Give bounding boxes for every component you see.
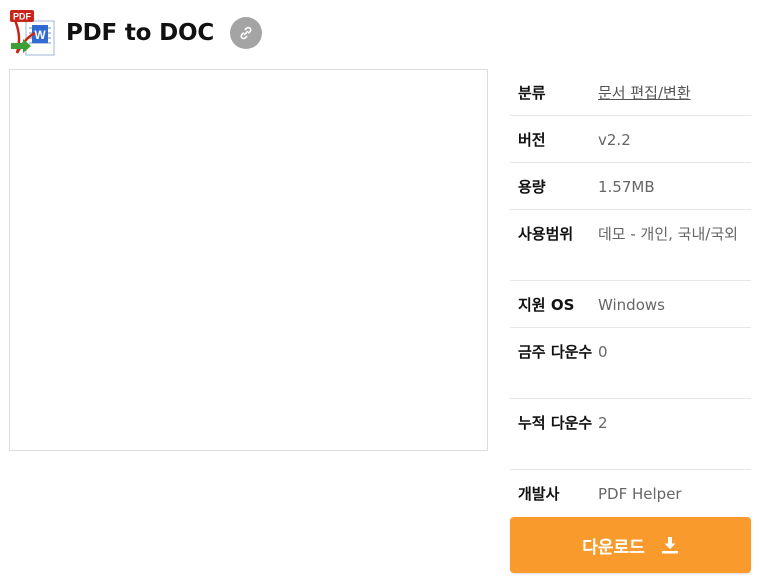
info-row-os: 지원 OS Windows (510, 281, 751, 328)
info-value: 데모 - 개인, 국내/국외 (598, 225, 738, 243)
category-link[interactable]: 문서 편집/변환 (598, 81, 751, 115)
info-row-total-downloads: 누적 다운수 2 (510, 399, 751, 470)
info-value: Windows (598, 296, 665, 314)
app-header: W PDF PDF to DOC (9, 9, 262, 57)
pdf-badge-text: PDF (13, 12, 32, 22)
info-row-license: 사용범위 데모 - 개인, 국내/국외 (510, 210, 751, 281)
download-label: 다운로드 (582, 537, 645, 557)
info-row-weekly-downloads: 금주 다운수 0 (510, 328, 751, 399)
download-icon (661, 537, 678, 554)
info-value: PDF Helper (598, 485, 682, 503)
download-button[interactable]: 다운로드 (510, 517, 751, 573)
info-label: 지원 OS (518, 296, 575, 314)
info-label: 사용범위 (518, 225, 574, 243)
info-row-size: 용량 1.57MB (510, 163, 751, 210)
info-value: 2 (598, 414, 608, 432)
info-row-category: 분류 문서 편집/변환 (510, 69, 751, 116)
info-label: 분류 (518, 84, 546, 102)
info-label: 금주 다운수 (518, 343, 593, 361)
info-label: 개발사 (518, 485, 560, 503)
word-letter: W (34, 28, 46, 42)
info-label: 용량 (518, 178, 546, 196)
info-table: 분류 문서 편집/변환 버전 v2.2 용량 1.57MB 사용범위 데모 - … (510, 69, 751, 517)
info-row-developer: 개발사 PDF Helper (510, 470, 751, 517)
info-label: 누적 다운수 (518, 414, 593, 432)
preview-panel (9, 69, 488, 451)
info-value: v2.2 (598, 131, 631, 149)
app-icon: W PDF (9, 9, 57, 57)
app-title: PDF to DOC (66, 20, 214, 46)
info-value: 1.57MB (598, 178, 655, 196)
copy-link-button[interactable] (230, 17, 262, 49)
link-icon (240, 26, 252, 40)
info-row-version: 버전 v2.2 (510, 116, 751, 163)
info-value: 0 (598, 343, 608, 361)
info-label: 버전 (518, 131, 546, 149)
pdf-to-word-icon: W PDF (10, 10, 55, 56)
